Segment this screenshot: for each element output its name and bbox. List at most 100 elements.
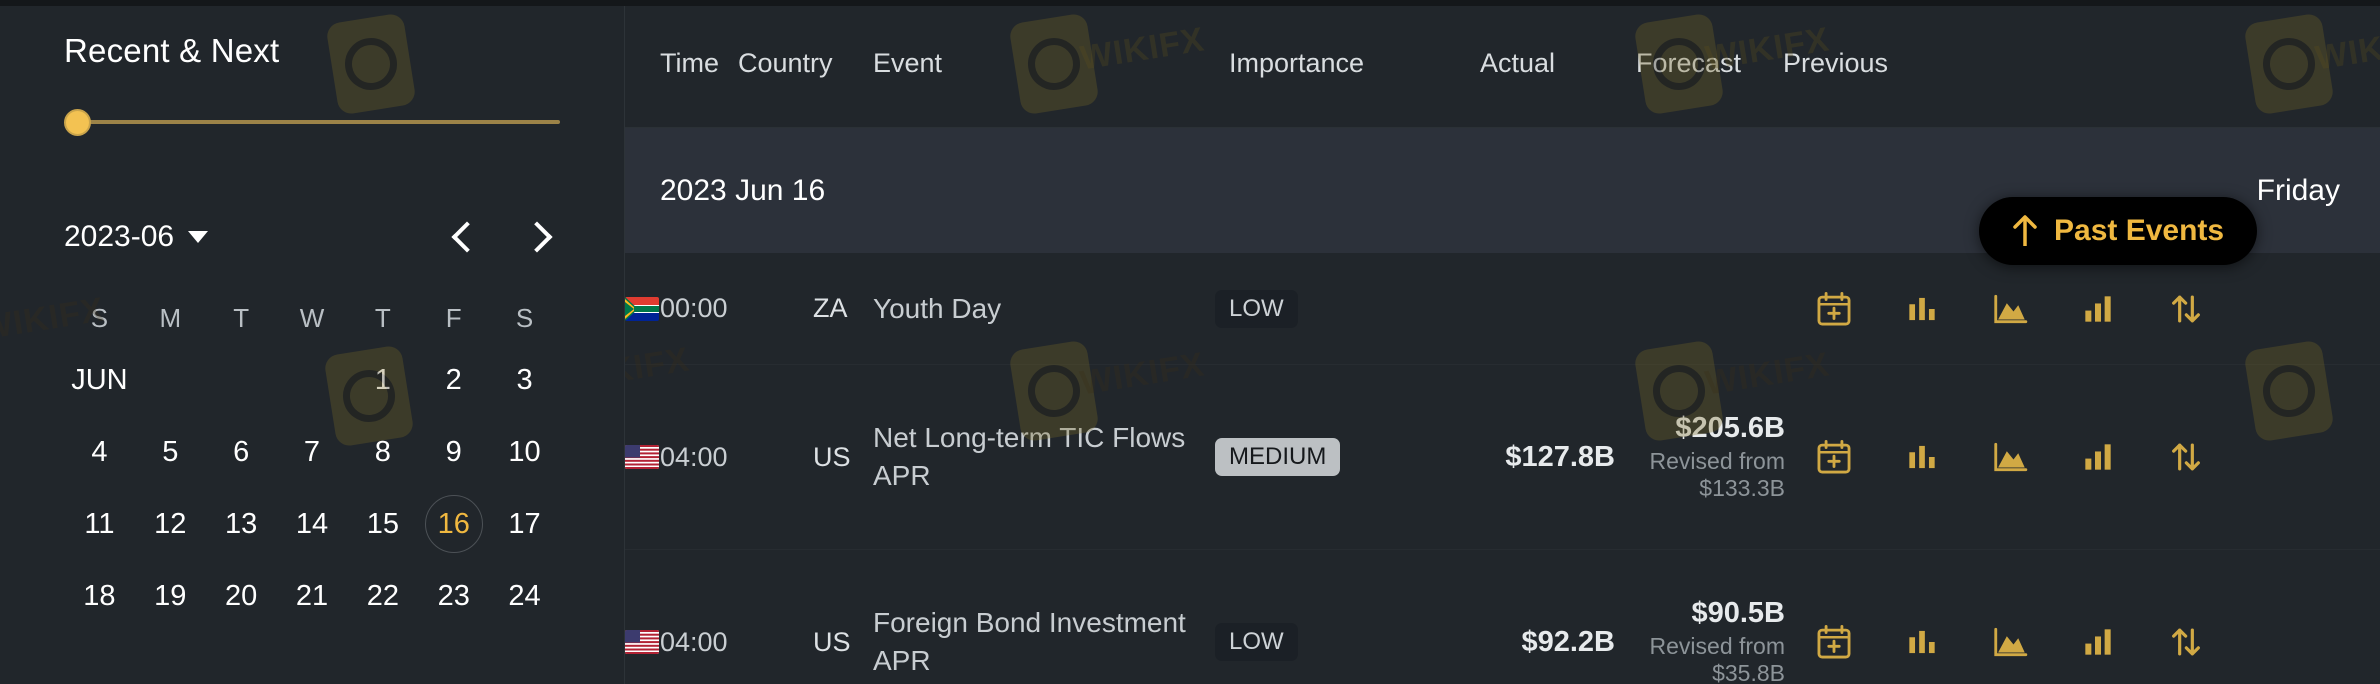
column-header-time[interactable]: Time [660, 48, 719, 79]
calendar-day-cell[interactable]: 10 [489, 416, 560, 488]
ascending-bar-chart-icon[interactable] [2079, 623, 2117, 661]
calendar-day-cell[interactable]: 3 [489, 344, 560, 416]
calendar-day-cell[interactable]: 20 [206, 560, 277, 632]
page-title: Recent & Next [64, 32, 280, 69]
column-header-importance[interactable]: Importance [1229, 48, 1364, 79]
event-previous-value: $90.5B Revised from $35.8B [1625, 597, 1785, 684]
us-flag-icon [625, 630, 659, 654]
calendar-day-cell[interactable]: 22 [347, 560, 418, 632]
area-chart-icon[interactable] [1991, 623, 2029, 661]
column-header-country[interactable]: Country [738, 48, 833, 79]
calendar-day-cell[interactable]: 15 [347, 488, 418, 560]
calendar-day-cell[interactable]: 12 [135, 488, 206, 560]
slider-track[interactable] [72, 120, 560, 124]
bar-chart-icon[interactable] [1903, 290, 1941, 328]
event-importance: MEDIUM [1215, 438, 1341, 476]
ascending-bar-chart-icon[interactable] [2079, 290, 2117, 328]
calendar-day-cell[interactable]: 9 [418, 416, 489, 488]
column-header-previous[interactable]: Previous [1783, 48, 1888, 79]
table-row[interactable]: 04:00 US Foreign Bond Investment APR LOW $9… [625, 550, 2380, 684]
row-action-icons [1815, 290, 2205, 328]
calendar-day-cell[interactable]: 19 [135, 560, 206, 632]
calendar-day-cell[interactable]: 4 [64, 416, 135, 488]
previous-revised-label: Revised from [1649, 632, 1785, 659]
calendar-day-cell[interactable]: 16 [418, 488, 489, 560]
sort-up-down-icon[interactable] [2167, 623, 2205, 661]
us-flag-icon [625, 445, 659, 469]
event-importance: LOW [1215, 623, 1298, 661]
status-badge: LOW [1215, 623, 1298, 661]
calendar-day-header: S [90, 302, 109, 333]
calendar-day-header: T [374, 302, 391, 333]
previous-old-value: $35.8B [1712, 660, 1785, 684]
event-name[interactable]: Net Long-term TIC Flows APR [873, 419, 1203, 495]
chevron-right-icon[interactable] [521, 221, 553, 253]
column-header-forecast[interactable]: Forecast [1636, 48, 1741, 79]
calendar-day-cell[interactable]: 24 [489, 560, 560, 632]
slider-thumb[interactable] [64, 109, 91, 136]
column-header-actual[interactable]: Actual [1480, 48, 1555, 79]
event-name[interactable]: Youth Day [873, 290, 1203, 328]
calendar-day-cell[interactable]: 21 [277, 560, 348, 632]
calendar-day-cell[interactable]: 2 [418, 344, 489, 416]
table-header: Time Country Event Importance Actual For… [625, 0, 2380, 128]
sort-up-down-icon[interactable] [2167, 290, 2205, 328]
row-action-icons [1815, 623, 2205, 661]
calendar-day-cell[interactable]: 5 [135, 416, 206, 488]
month-label: 2023-06 [64, 220, 175, 253]
past-events-label: Past Events [2054, 214, 2225, 247]
calendar-plus-icon[interactable] [1815, 290, 1853, 328]
date-range-slider[interactable] [64, 106, 560, 136]
table-row[interactable]: 00:00 ZA Youth Day LOW [625, 253, 2380, 365]
za-flag-icon [625, 296, 659, 321]
past-events-button[interactable]: Past Events [1979, 197, 2258, 265]
bar-chart-icon[interactable] [1903, 623, 1941, 661]
calendar-month-nav: 2023-06 [64, 214, 560, 260]
table-row[interactable]: 04:00 US Net Long-term TIC Flows APR MEDIU… [625, 365, 2380, 550]
event-previous-value: $205.6B Revised from $133.3B [1625, 412, 1785, 503]
calendar-month-tag: JUN [71, 363, 128, 396]
arrow-up-icon [2013, 215, 2037, 246]
event-importance: LOW [1215, 289, 1298, 328]
status-badge: LOW [1215, 289, 1298, 328]
calendar-day-header: S [515, 302, 534, 333]
row-action-icons [1815, 438, 2205, 476]
calendar-day-header: F [445, 302, 462, 333]
calendar-grid: S M T W T F S JUN 1 2 3 4 5 6 7 8 9 10 11 12 13 14 15 16 17 18 19 2… [64, 292, 560, 632]
area-chart-icon[interactable] [1991, 438, 2029, 476]
calendar-day-cell[interactable]: 17 [489, 488, 560, 560]
event-time: 04:00 [660, 626, 728, 657]
calendar-day-cell[interactable]: 6 [206, 416, 277, 488]
date-group-label: 2023 Jun 16 [660, 173, 826, 207]
area-chart-icon[interactable] [1991, 290, 2029, 328]
calendar-day-cell[interactable]: 18 [64, 560, 135, 632]
event-country-code: ZA [813, 293, 848, 323]
event-name[interactable]: Foreign Bond Investment APR [873, 604, 1203, 680]
sort-up-down-icon[interactable] [2167, 438, 2205, 476]
calendar-day-header: W [299, 302, 325, 333]
bar-chart-icon[interactable] [1903, 438, 1941, 476]
previous-revised-label: Revised from [1649, 447, 1785, 474]
event-actual-value: $92.2B [1521, 625, 1615, 658]
calendar-cell-empty [206, 344, 277, 416]
calendar-plus-icon[interactable] [1815, 623, 1853, 661]
chevron-left-icon[interactable] [451, 221, 483, 253]
events-list: 00:00 ZA Youth Day LOW 04:00 US Net Long… [625, 253, 2380, 684]
chevron-down-icon [188, 231, 209, 243]
calendar-day-cell[interactable]: 8 [347, 416, 418, 488]
calendar-day-cell[interactable]: 23 [418, 560, 489, 632]
calendar-day-cell[interactable]: 13 [206, 488, 277, 560]
calendar-plus-icon[interactable] [1815, 438, 1853, 476]
sidebar: WIKIFX Recent & Next 2023-06 S M T W T F S JUN 1… [0, 0, 625, 684]
window-top-strip [0, 0, 2380, 6]
column-header-event[interactable]: Event [873, 48, 942, 79]
month-arrows [451, 221, 560, 253]
previous-main-value: $90.5B [1691, 596, 1785, 629]
calendar-day-cell[interactable]: 11 [64, 488, 135, 560]
ascending-bar-chart-icon[interactable] [2079, 438, 2117, 476]
previous-main-value: $205.6B [1675, 411, 1785, 444]
month-picker[interactable]: 2023-06 [64, 220, 209, 254]
calendar-day-cell[interactable]: 7 [277, 416, 348, 488]
calendar-day-cell[interactable]: 1 [347, 344, 418, 416]
calendar-day-cell[interactable]: 14 [277, 488, 348, 560]
